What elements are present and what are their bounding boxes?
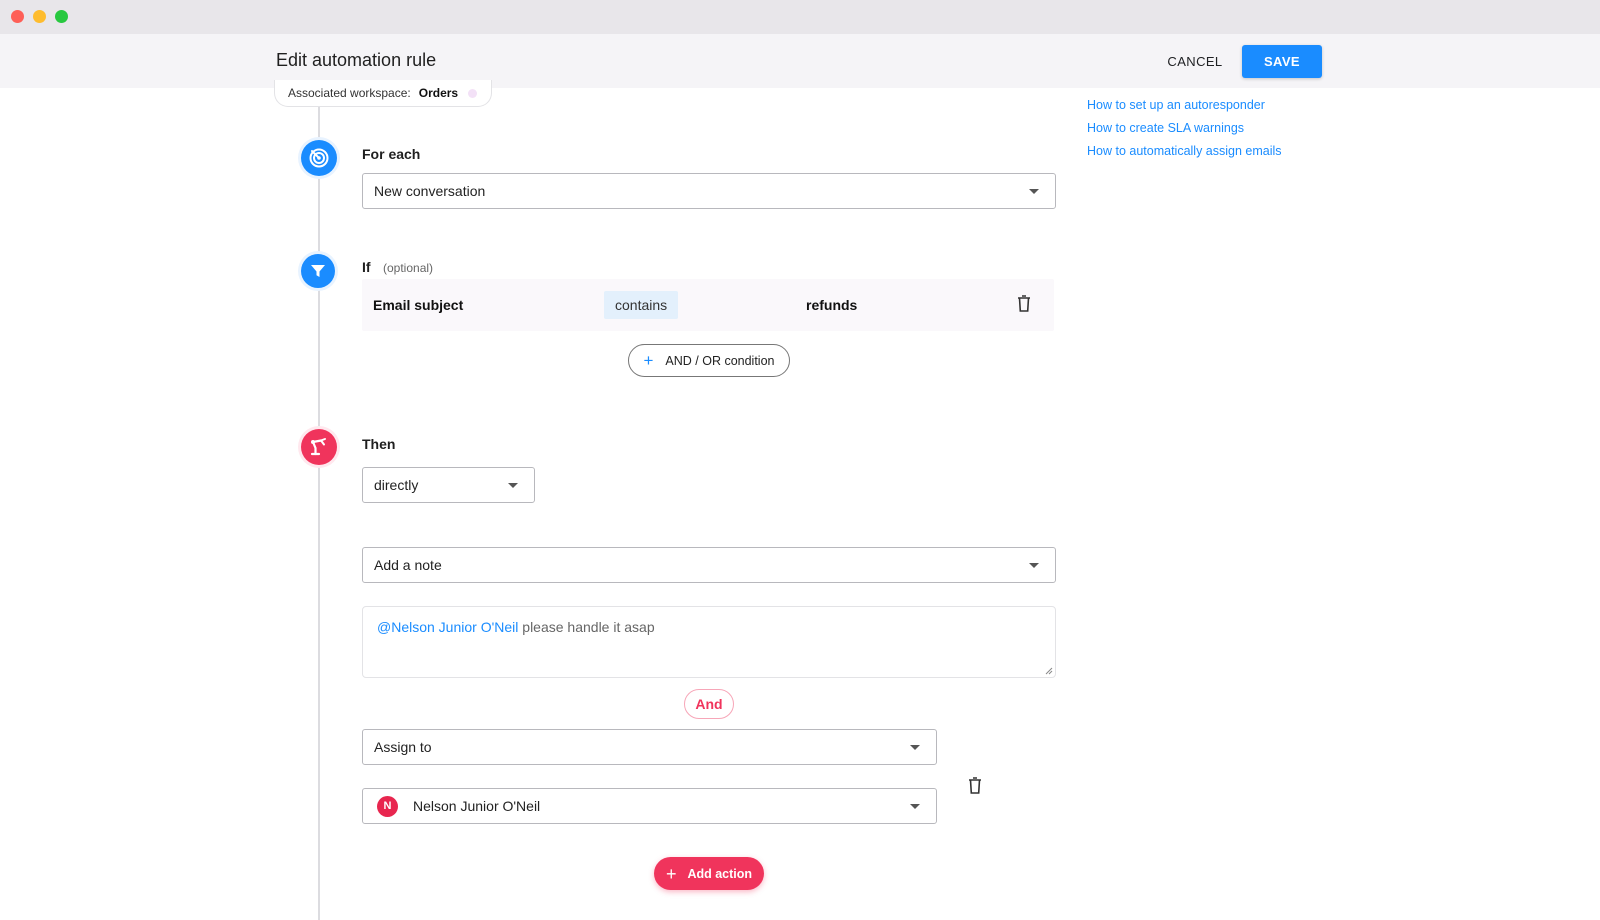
filter-icon [311,265,325,277]
workspace-value: Orders [418,86,459,100]
chevron-down-icon [1029,189,1039,194]
trigger-step-icon [301,140,337,176]
timeline-line [318,107,320,920]
optional-label: (optional) [383,261,434,275]
note-textarea[interactable]: @Nelson Junior O'Neil please handle it a… [362,606,1056,678]
chevron-down-icon [508,483,518,488]
timing-select[interactable]: directly [362,467,535,503]
close-window-button[interactable] [11,10,24,23]
trigger-select-value: New conversation [374,183,486,199]
condition-field[interactable]: Email subject [373,297,463,313]
plus-icon: + [665,863,677,884]
and-connector: And [684,689,734,719]
condition-value[interactable]: refunds [806,297,857,313]
add-condition-label: AND / OR condition [665,353,775,368]
trash-icon [969,777,981,794]
window-titlebar [0,0,1600,34]
workspace-label: Associated workspace: [288,86,411,100]
robot-arm-icon [310,438,326,456]
minimize-window-button[interactable] [33,10,46,23]
resize-handle-icon[interactable] [1043,665,1053,675]
condition-row: Email subject contains refunds [362,279,1054,331]
condition-step-icon [301,254,335,288]
chevron-down-icon [910,745,920,750]
add-action-button[interactable]: + Add action [654,857,764,890]
actions-label: Then [362,436,396,452]
second-action-value: Assign to [374,739,432,755]
cancel-button[interactable]: CANCEL [1160,45,1230,77]
add-condition-button[interactable]: + AND / OR condition [628,344,790,377]
help-link-sla-warnings[interactable]: How to create SLA warnings [1087,121,1282,135]
help-links: How to set up an autoresponder How to cr… [1087,98,1282,167]
maximize-window-button[interactable] [55,10,68,23]
trash-icon [1018,295,1030,312]
plus-icon: + [643,351,654,370]
workspace-color-dot [468,88,478,98]
help-link-assign-emails[interactable]: How to automatically assign emails [1087,144,1282,158]
condition-label: If [362,259,371,275]
trigger-select[interactable]: New conversation [362,173,1056,209]
add-action-label: Add action [687,866,753,881]
save-button[interactable]: SAVE [1242,45,1322,78]
help-link-autoresponder[interactable]: How to set up an autoresponder [1087,98,1282,112]
avatar: N [377,795,398,817]
note-text: please handle it asap [518,619,655,635]
assignee-select[interactable]: N Nelson Junior O'Neil [362,788,937,824]
delete-condition-button[interactable] [1017,295,1031,317]
timing-select-value: directly [374,477,419,493]
radar-icon [309,148,329,168]
second-action-select[interactable]: Assign to [362,729,937,765]
trigger-label: For each [362,146,421,162]
chevron-down-icon [1029,563,1039,568]
delete-action-button[interactable] [968,777,982,799]
assignee-name: Nelson Junior O'Neil [413,798,541,814]
action-step-icon [301,429,337,465]
page-title: Edit automation rule [276,50,437,70]
workspace-chip: Associated workspace: Orders [274,80,493,107]
chevron-down-icon [910,804,920,809]
note-mention: @Nelson Junior O'Neil [377,619,519,635]
condition-operator[interactable]: contains [604,291,679,319]
page-header: Edit automation rule CANCEL SAVE [0,34,1600,88]
action-type-value: Add a note [374,557,442,573]
action-type-select[interactable]: Add a note [362,547,1056,583]
